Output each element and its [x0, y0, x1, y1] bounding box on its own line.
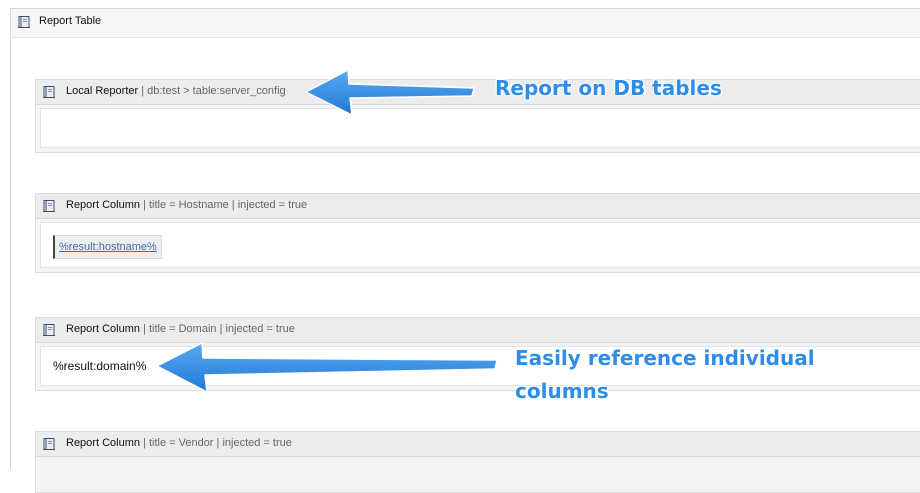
arrow-to-db-table [305, 69, 475, 116]
callout-columns-line1: Easily reference individual [515, 346, 815, 370]
callout-columns-line2: columns [515, 379, 609, 403]
callout-arrows [156, 69, 498, 393]
arrow-to-domain-value [156, 342, 498, 393]
callout-db-tables: Report on DB tables [495, 76, 722, 100]
